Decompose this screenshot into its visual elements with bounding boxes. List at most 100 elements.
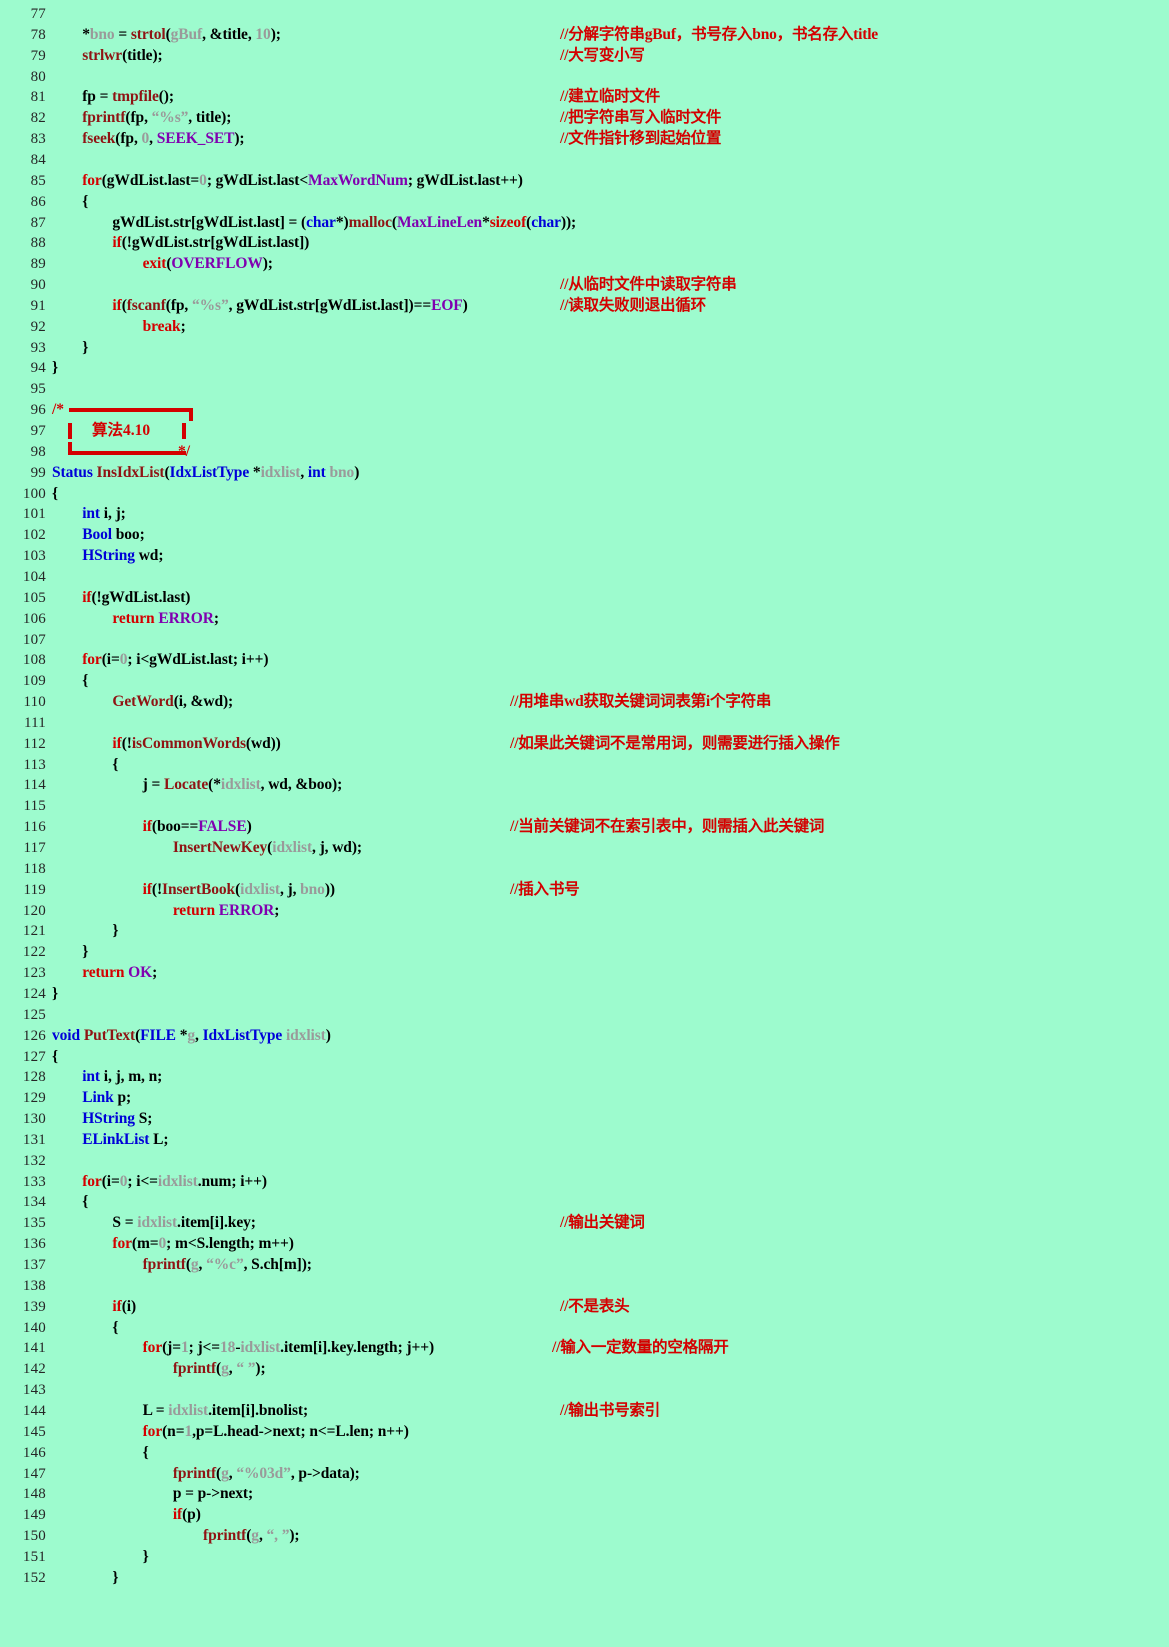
line-number: 107	[22, 631, 46, 648]
line-number: 105	[22, 589, 46, 606]
code-comment: //建立临时文件	[560, 88, 661, 106]
code-text: }	[52, 359, 59, 377]
line-number: 123	[22, 965, 46, 982]
line-number: 117	[23, 840, 46, 856]
code-text: for(gWdList.last=0; gWdList.last<MaxWord…	[82, 171, 523, 189]
code-line: 109 {	[0, 671, 1169, 692]
code-line: 95	[0, 379, 1169, 400]
line-number: 136	[22, 1236, 46, 1253]
code-comment: //输出书号索引	[560, 1401, 661, 1419]
code-line: 110 GetWord(i, &wd); //用堆串wd获取关键词词表第i个字符串	[0, 692, 1169, 713]
code-comment: //不是表头	[560, 1297, 630, 1315]
code-text: for(i=0; i<gWdList.last; i++)	[82, 651, 269, 669]
line-number: 148	[22, 1486, 46, 1503]
code-text: InsertNewKey(idxlist, j, wd);	[172, 839, 362, 856]
line-number: 146	[22, 1444, 46, 1461]
code-line: 86 {	[0, 192, 1169, 213]
code-comment: //如果此关键词不是常用词，则需要进行插入操作	[510, 734, 840, 752]
code-line: 127 {	[0, 1047, 1169, 1068]
code-line: 87 gWdList.str[gWdList.last] = (char*)ma…	[0, 213, 1169, 234]
code-line: 85 for(gWdList.last=0; gWdList.last<MaxW…	[0, 171, 1169, 192]
annotation-right-bar	[182, 423, 186, 439]
code-comment: //用堆串wd获取关键词词表第i个字符串	[510, 693, 772, 711]
code-line: 116 if(boo==FALSE) //当前关键词不在索引表中，则需插入此关键词	[0, 817, 1169, 838]
line-number: 100	[22, 485, 46, 502]
code-text: p = p->next;	[172, 1485, 254, 1503]
line-number: 143	[22, 1382, 46, 1399]
code-line: 79 strlwr(title); //大写变小写	[0, 46, 1169, 67]
line-number: 138	[22, 1277, 46, 1294]
code-line: 90 //从临时文件中读取字符串	[0, 275, 1169, 296]
code-line: 141 for(j=1; j<=18-idxlist.item[i].key.l…	[0, 1338, 1169, 1359]
line-number: 95	[30, 381, 46, 398]
code-text: fp = tmpfile();	[82, 88, 174, 106]
line-number: 78	[30, 26, 46, 43]
line-number: 126	[22, 1027, 46, 1044]
code-line: 137 fprintf(g, “%c”, S.ch[m]);	[0, 1255, 1169, 1276]
code-line: 89 exit(OVERFLOW);	[0, 254, 1169, 275]
code-text: }	[52, 922, 119, 940]
code-line: 113 {	[0, 755, 1169, 776]
line-number: 120	[22, 902, 46, 919]
code-line: 126 void PutText(FILE *g, IdxListType idx…	[0, 1026, 1169, 1047]
line-number: 94	[30, 360, 46, 377]
code-line: 94}	[0, 358, 1169, 379]
code-text: gWdList.str[gWdList.last] = (char*)mallo…	[112, 213, 577, 231]
line-number: 137	[22, 1257, 46, 1273]
code-text: for(j=1; j<=18-idxlist.item[i].key.lengt…	[142, 1339, 435, 1357]
code-text: if(p)	[172, 1506, 201, 1524]
line-number: 140	[22, 1319, 46, 1336]
code-text: if(!gWdList.last)	[82, 588, 191, 606]
code-text: ELinkList L;	[82, 1130, 169, 1148]
code-text: fprintf(g, “, ”);	[203, 1527, 300, 1545]
line-number: 80	[30, 68, 46, 85]
code-comment: //把字符串写入临时文件	[560, 109, 722, 127]
code-line: 102 Bool boo;	[0, 525, 1169, 546]
code-line: 129 Link p;	[0, 1088, 1169, 1109]
code-line: 77	[0, 4, 1169, 25]
code-line: 119 if(!InsertBook(idxlist, j, bno)) //插入…	[0, 880, 1169, 901]
line-number: 125	[22, 1006, 46, 1023]
code-line: 84	[0, 150, 1169, 171]
code-line: 144 L = idxlist.item[i].bnolist; //输出书号索引	[0, 1401, 1169, 1422]
annotation-top-rule	[69, 408, 193, 413]
code-line: 101 int i, j;	[0, 504, 1169, 525]
line-number: 106	[22, 610, 46, 627]
code-text: }	[52, 1568, 119, 1586]
line-number: 90	[30, 277, 46, 294]
code-text: fseek(fp, 0, SEEK_SET);	[82, 130, 245, 148]
line-number: 112	[23, 735, 46, 752]
code-text: {	[52, 1318, 119, 1336]
code-text: {	[52, 1443, 149, 1461]
line-number: 111	[24, 714, 46, 731]
code-line: 82 fprintf(fp, “%s”, title); //把字符串写入临时文件	[0, 108, 1169, 129]
code-line: 92 break;	[0, 317, 1169, 338]
code-text: if(!isCommonWords(wd))	[112, 734, 281, 752]
code-line: 105 if(!gWdList.last)	[0, 588, 1169, 609]
code-text: strlwr(title);	[82, 46, 163, 64]
code-line: 96 /*	[0, 400, 1169, 422]
line-number: 96	[30, 402, 46, 419]
code-comment: //大写变小写	[560, 46, 645, 64]
line-number: 130	[22, 1111, 46, 1128]
code-text: return ERROR;	[112, 609, 219, 627]
code-comment: //输出关键词	[560, 1214, 645, 1232]
line-number: 127	[22, 1048, 46, 1065]
code-line: 107	[0, 630, 1169, 651]
code-line: 128 int i, j, m, n;	[0, 1067, 1169, 1088]
line-number: 89	[30, 256, 46, 273]
code-line: 97 算法4.10	[0, 421, 1169, 442]
code-line: 78 *bno = strtol(gBuf, &title, 10); //分解字…	[0, 25, 1169, 46]
line-number: 118	[23, 860, 46, 877]
line-number: 142	[22, 1361, 46, 1378]
line-number: 145	[22, 1423, 46, 1440]
code-text: if(fscanf(fp, “%s”, gWdList.str[gWdList.…	[112, 296, 468, 314]
code-line: 147 fprintf(g, “%03d”, p->data);	[0, 1464, 1169, 1485]
code-line: 91 if(fscanf(fp, “%s”, gWdList.str[gWdLi…	[0, 296, 1169, 317]
code-text: {	[52, 192, 89, 210]
annotation-label: 算法4.10	[92, 422, 151, 439]
code-line: 93 }	[0, 338, 1169, 359]
code-line: 104	[0, 567, 1169, 588]
code-line: 145 for(n=1,p=L.head->next; n<=L.len; n+…	[0, 1422, 1169, 1443]
code-comment: //从临时文件中读取字符串	[560, 276, 737, 294]
